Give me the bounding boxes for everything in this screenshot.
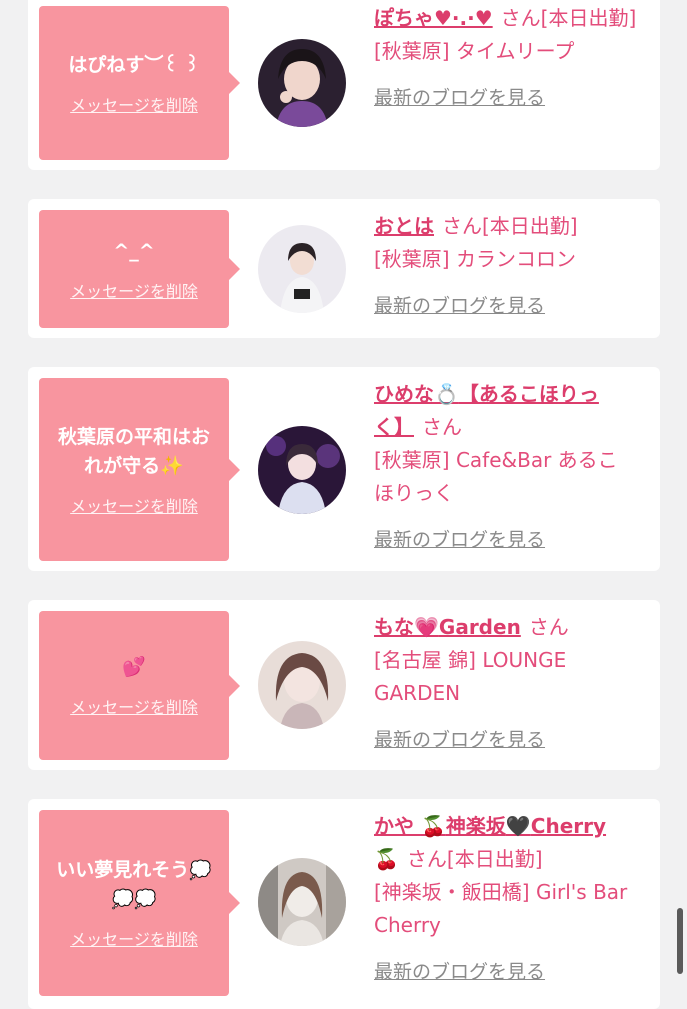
shop-name: [秋葉原] カランコロン xyxy=(374,247,576,271)
avatar[interactable] xyxy=(258,858,346,946)
black-heart-icon: 🖤 xyxy=(505,814,531,838)
two-hearts-icon: 💕 xyxy=(122,656,146,678)
cast-name-link[interactable]: もな💗Garden xyxy=(374,615,521,639)
latest-blog-link[interactable]: 最新のブログを見る xyxy=(374,290,654,323)
cherries-icon: 🍒 xyxy=(374,847,399,871)
message-card: はぴねす︶꒰ ꒱ メッセージを削除 ぽちゃ♥︎·.·♥︎ さん[本日出勤] [秋葉… xyxy=(28,0,660,170)
honorific: さん xyxy=(406,847,447,871)
status-label: [本日出勤] xyxy=(540,6,637,30)
cast-info: ぽちゃ♥︎·.·♥︎ さん[本日出勤] [秋葉原] タイムリープ 最新のブログを見… xyxy=(374,2,654,115)
status-label: [本日出勤] xyxy=(482,214,578,238)
latest-blog-link[interactable]: 最新のブログを見る xyxy=(374,956,664,989)
cast-name-link[interactable]: ぽちゃ♥︎·.·♥︎ xyxy=(374,6,493,30)
avatar[interactable] xyxy=(258,39,346,127)
shop-name: [名古屋 錦] LOUNGE GARDEN xyxy=(374,648,567,705)
cast-name-link[interactable]: おとは xyxy=(374,214,434,238)
cast-info: もな💗Garden さん [名古屋 錦] LOUNGE GARDEN 最新のブログ… xyxy=(374,611,654,757)
cast-name-link-continued[interactable]: く】 xyxy=(374,415,414,439)
message-text: 💕 xyxy=(122,653,146,682)
message-card: いい夢見れそう💭 💭💭 メッセージを削除 かや 🍒神楽坂🖤Cherry 🍒 さん[… xyxy=(28,799,660,1009)
shop-name: [神楽坂・飯田橋] Girl's Bar Cherry xyxy=(374,880,628,937)
delete-message-link[interactable]: メッセージを削除 xyxy=(70,92,198,116)
message-bubble: ^_^ メッセージを削除 xyxy=(39,210,240,328)
ring-icon: 💍 xyxy=(434,382,459,406)
cast-name-link[interactable]: かや 🍒神楽坂🖤Cherry xyxy=(374,810,664,843)
cast-info: ひめな💍【あるこほりっ く】 さん [秋葉原] Cafe&Bar あるこ ほりっく… xyxy=(374,378,654,557)
delete-message-link[interactable]: メッセージを削除 xyxy=(70,926,198,950)
thought-bubble-icon: 💭 xyxy=(189,860,212,881)
message-bubble: 💕 メッセージを削除 xyxy=(39,611,240,760)
delete-message-link[interactable]: メッセージを削除 xyxy=(70,694,198,718)
latest-blog-link[interactable]: 最新のブログを見る xyxy=(374,724,654,757)
honorific: さん xyxy=(442,214,482,238)
cast-info: かや 🍒神楽坂🖤Cherry 🍒 さん[本日出勤] [神楽坂・飯田橋] Girl'… xyxy=(374,810,664,989)
message-card: 💕 メッセージを削除 もな💗Garden さん [名古屋 錦] LOUNGE GA… xyxy=(28,600,660,770)
message-text: 秋葉原の平和はお れが守る✨ xyxy=(57,425,210,477)
thought-bubble-icon: 💭💭 xyxy=(111,889,157,910)
sparkles-icon: ✨ xyxy=(160,454,184,477)
delete-message-link[interactable]: メッセージを削除 xyxy=(70,278,198,302)
message-card: ^_^ メッセージを削除 おとは さん[本日出勤] [秋葉原] カランコロン 最新… xyxy=(28,199,660,338)
delete-message-link[interactable]: メッセージを削除 xyxy=(70,493,198,517)
message-bubble: いい夢見れそう💭 💭💭 メッセージを削除 xyxy=(39,810,240,996)
avatar[interactable] xyxy=(258,225,346,313)
cast-info: おとは さん[本日出勤] [秋葉原] カランコロン 最新のブログを見る xyxy=(374,210,654,323)
honorific: さん xyxy=(500,6,541,30)
message-bubble: はぴねす︶꒰ ꒱ メッセージを削除 xyxy=(39,6,240,160)
scrollbar[interactable] xyxy=(677,908,683,974)
honorific: さん xyxy=(528,615,569,639)
latest-blog-link[interactable]: 最新のブログを見る xyxy=(374,524,654,557)
latest-blog-link[interactable]: 最新のブログを見る xyxy=(374,82,654,115)
avatar[interactable] xyxy=(258,641,346,729)
shop-name: [秋葉原] タイムリープ xyxy=(374,39,575,63)
status-label: [本日出勤] xyxy=(446,847,543,871)
message-bubble: 秋葉原の平和はお れが守る✨ メッセージを削除 xyxy=(39,378,240,561)
pink-heart-icon: 💗 xyxy=(414,615,439,639)
message-text: ^_^ xyxy=(113,239,155,262)
message-text: いい夢見れそう💭 💭💭 xyxy=(56,859,212,910)
cast-name-link[interactable]: ひめな💍【あるこほりっ xyxy=(374,378,654,411)
avatar[interactable] xyxy=(258,426,346,514)
honorific: さん xyxy=(422,415,462,439)
message-text: はぴねす︶꒰ ꒱ xyxy=(68,53,200,76)
cherries-icon: 🍒 xyxy=(420,814,446,838)
shop-name: [秋葉原] Cafe&Bar あるこ ほりっく xyxy=(374,448,618,505)
message-card: 秋葉原の平和はお れが守る✨ メッセージを削除 ひめな💍【あるこほりっ く】 さん… xyxy=(28,367,660,571)
